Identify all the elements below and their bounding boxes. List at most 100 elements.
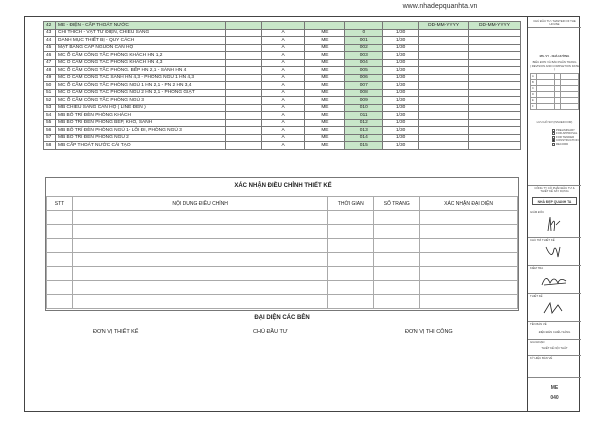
index-scale: 1/30	[382, 51, 420, 60]
index-scale: 1/30	[382, 28, 420, 37]
index-row: 49 MC Ổ CẮM CÔNG TẮC SẢNH HN 4,3 - PHÒNG …	[43, 73, 521, 82]
index-scale: 1/30	[382, 141, 420, 150]
index-rev: A	[260, 51, 306, 60]
index-num: 44	[43, 36, 56, 45]
index-rev: A	[260, 96, 306, 105]
header-content: NỘI DUNG ĐIỀU CHỈNH	[71, 196, 329, 211]
checkbox-icon	[552, 142, 555, 146]
index-code: 010	[344, 103, 384, 112]
index-code: 013	[344, 126, 384, 135]
issued-for-label: LƯU HỒ SƠ (ISSUED FOR)	[536, 120, 573, 124]
confirmation-row	[46, 224, 518, 239]
index-dept: ME	[304, 36, 346, 45]
index-scale: 1/30	[382, 73, 420, 82]
drawing-name: ĐIỆN ĐÈN CHIẾU SÁNG	[538, 330, 571, 334]
index-rev: A	[260, 28, 306, 37]
index-code: 004	[344, 58, 384, 67]
role-director: GIÁM ĐỐC	[530, 210, 545, 214]
index-num: 53	[43, 103, 56, 112]
index-name: MC Ổ CẮM CÔNG TẮC SẢNH HN 4,3 - PHÒNG NG…	[54, 73, 226, 82]
confirmation-table: STT NỘI DUNG ĐIỀU CHỈNH THỜI GIAN SỐ TRA…	[46, 196, 518, 309]
index-scale: 1/30	[382, 111, 420, 120]
index-row: 53 MB CHIẾU SÁNG CĂN HỘ ( LINE ĐÈN ) A ME 01…	[43, 103, 521, 112]
investor-label: CHỦ ĐẦU TƯ	[253, 329, 288, 335]
index-dept: ME	[304, 133, 346, 142]
index-rev: A	[260, 88, 306, 97]
index-rev: A	[260, 141, 306, 150]
index-row: 54 MB BỐ TRÍ ĐÈN PHÒNG KHÁCH A ME 011 1/30	[43, 111, 521, 120]
header-confirm: XÁC NHẬN ĐẠI DIỆN	[419, 196, 518, 211]
index-dept: ME	[304, 141, 346, 150]
index-name: MB BỐ TRÍ ĐÈN PHÒNG BẾP, KHO, SẢNH	[54, 118, 226, 127]
phase-label: GIAI ĐOẠN	[530, 340, 545, 344]
website-url[interactable]: www.nhadepquanhta.vn	[330, 3, 550, 10]
index-name: MB BỐ TRÍ ĐÈN PHÒNG NGỦ 2	[54, 133, 226, 142]
index-row: 50 MC Ổ CẮM CÔNG TẮC PHÒNG NGỦ 1 HN 2,1 -…	[43, 81, 521, 90]
index-row: 57 MB BỐ TRÍ ĐÈN PHÒNG NGỦ 2 A ME 014 1/30	[43, 133, 521, 142]
index-num: 57	[43, 133, 56, 142]
index-code: 002	[344, 43, 384, 52]
index-row: 51 MC Ổ CẮM CÔNG TẮC PHÒNG NGỦ 2 HN 2,1 -…	[43, 88, 521, 97]
index-code: 009	[344, 96, 384, 105]
sheet-label: KÝ HIỆU BẢN VẼ	[530, 356, 553, 360]
index-rev: A	[260, 43, 306, 52]
drawing-sheet: 42 ME - ĐIỆN - CẤP THOÁT NƯỚC DD-MM-YYYY…	[24, 16, 581, 412]
index-name: MB BỐ TRÍ ĐÈN PHÒNG NGỦ 1- LỐI ĐI, PHÒNG…	[54, 126, 226, 135]
drawing-name-label: TÊN BẢN VẼ	[530, 322, 547, 326]
index-code: 006	[344, 73, 384, 82]
index-row: 44 DANH MỤC THIẾT BỊ - QUY CÁCH A ME 001 1/30	[43, 36, 521, 45]
index-scale: 1/30	[382, 96, 420, 105]
confirmation-row	[46, 266, 518, 281]
index-name: MC Ổ CẮM CÔNG TẮC PHÒNG KHÁCH HN 1,2	[54, 51, 226, 60]
index-section-row: 42 ME - ĐIỆN - CẤP THOÁT NƯỚC DD-MM-YYYY…	[43, 21, 521, 30]
index-name: MC Ổ CẮM CÔNG TẮC PHÒNG NGỦ 3	[54, 96, 226, 105]
signature-designer-icon	[543, 301, 563, 314]
index-scale: 1/30	[382, 126, 420, 135]
index-name: MC Ổ CẮM CÔNG TẮC PHÒNG NGỦ 1 HN 2,1 - P…	[54, 81, 226, 90]
index-rev: A	[260, 36, 306, 45]
index-rev: A	[260, 118, 306, 127]
index-dept: ME	[304, 66, 346, 75]
index-num: 49	[43, 73, 56, 82]
index-row: 55 MB BỐ TRÍ ĐÈN PHÒNG BẾP, KHO, SẢNH A ME 0…	[43, 118, 521, 127]
index-code: 0	[344, 28, 384, 37]
index-rev: A	[260, 133, 306, 142]
index-row: 47 MC Ổ CẮM CÔNG TẮC PHÒNG KHÁCH HN 4,3 A M…	[43, 58, 521, 67]
company-label: CÔNG TY CỔ PHẦN ĐẦU TƯ & THIẾT KẾ XÂY DỰ…	[534, 186, 575, 194]
index-scale: 1/30	[382, 66, 420, 75]
phase-value: THIẾT KẾ NỘI THẤT	[541, 346, 568, 350]
index-rev: A	[260, 103, 306, 112]
contractor-label: ĐƠN VỊ THI CÔNG	[405, 329, 453, 335]
index-name: MB CHIẾU SÁNG CĂN HỘ ( LINE ĐÈN )	[54, 103, 226, 112]
index-dept: ME	[304, 118, 346, 127]
index-num: 48	[43, 66, 56, 75]
index-row: 46 MC Ổ CẮM CÔNG TẮC PHÒNG KHÁCH HN 1,2 A M…	[43, 51, 521, 60]
index-scale: 1/30	[382, 118, 420, 127]
index-rev: A	[260, 111, 306, 120]
index-name: CHỈ THÍCH - VẬT TƯ ĐIỆN, CHIẾU SÁNG	[54, 28, 226, 37]
index-num: 58	[43, 141, 56, 150]
confirmation-row	[46, 294, 518, 309]
confirmation-row	[46, 210, 518, 225]
index-dept: ME	[304, 103, 346, 112]
index-name: MC Ổ CẮM CÔNG TẮC PHÒNG. BẾP HN 2,1 - SẢ…	[54, 66, 226, 75]
company-name: NHÀ ĐẸP QUANH TA	[532, 197, 577, 205]
design-change-confirmation: XÁC NHẬN ĐIỀU CHỈNH THIẾT KẾ STT NỘI DUN…	[45, 177, 519, 311]
index-scale: 1/30	[382, 43, 420, 52]
designer-label: ĐƠN VỊ THIẾT KẾ	[93, 329, 139, 335]
index-dept: ME	[304, 43, 346, 52]
index-scale: 1/30	[382, 58, 420, 67]
signature-lead-designer-icon	[545, 246, 561, 258]
index-num: 45	[43, 43, 56, 52]
revision-grid: A B C D E F	[530, 73, 579, 110]
representatives-title: ĐẠI DIỆN CÁC BÊN	[254, 315, 310, 321]
signature-director-icon	[547, 216, 561, 232]
section-title: ME - ĐIỆN - CẤP THOÁT NƯỚC	[54, 21, 226, 30]
index-dept: ME	[304, 126, 346, 135]
index-num: 50	[43, 81, 56, 90]
index-num: 52	[43, 96, 56, 105]
index-name: MC Ổ CẮM CÔNG TẮC PHÒNG NGỦ 2 HN 2,1 - P…	[54, 88, 226, 97]
confirmation-row	[46, 252, 518, 267]
index-num: 46	[43, 51, 56, 60]
index-num: 43	[43, 28, 56, 37]
